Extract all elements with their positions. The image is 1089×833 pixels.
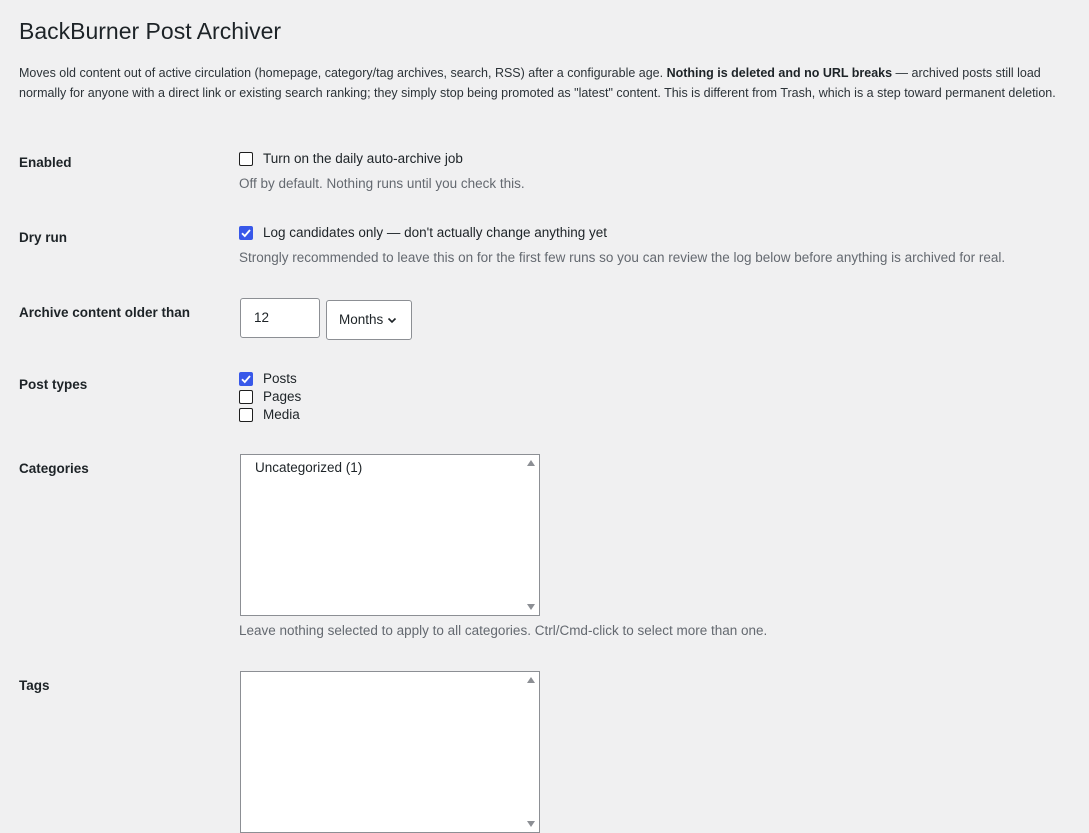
enabled-checkbox-label[interactable]: Turn on the daily auto-archive job (263, 150, 463, 169)
tags-listbox[interactable] (240, 671, 540, 833)
archive-age-label: Archive content older than (19, 305, 191, 320)
pages-checkbox[interactable] (239, 390, 253, 404)
categories-listbox[interactable]: Uncategorized (1) (240, 454, 540, 616)
scroll-up-arrow-icon[interactable] (526, 458, 536, 468)
intro-text-start: Moves old content out of active circulat… (19, 66, 667, 80)
scroll-down-arrow-icon[interactable] (526, 819, 536, 829)
dry-run-checkbox-label[interactable]: Log candidates only — don't actually cha… (263, 224, 607, 243)
dry-run-description: Strongly recommended to leave this on fo… (239, 250, 1006, 265)
enabled-description: Off by default. Nothing runs until you c… (239, 176, 525, 191)
post-type-pages: Pages (239, 388, 301, 406)
checkmark-icon (241, 229, 251, 238)
enabled-checkbox[interactable] (239, 152, 253, 166)
post-types-label: Post types (19, 377, 88, 392)
dry-run-label: Dry run (19, 230, 68, 245)
category-option-uncategorized[interactable]: Uncategorized (1) (241, 457, 539, 480)
post-type-media: Media (239, 406, 301, 424)
scroll-up-arrow-icon[interactable] (526, 675, 536, 685)
dry-run-checkbox[interactable] (239, 226, 253, 240)
scroll-down-arrow-icon[interactable] (526, 602, 536, 612)
checkmark-icon (241, 375, 251, 384)
age-number-input[interactable]: 12 (240, 298, 320, 338)
categories-help-text: Leave nothing selected to apply to all c… (239, 623, 768, 638)
dry-run-field: Log candidates only — don't actually cha… (239, 224, 1005, 268)
chevron-down-icon (386, 314, 398, 326)
pages-checkbox-label[interactable]: Pages (263, 388, 301, 407)
posts-checkbox[interactable] (239, 372, 253, 386)
categories-label: Categories (19, 461, 89, 476)
intro-description: Moves old content out of active circulat… (19, 63, 1074, 103)
posts-checkbox-label[interactable]: Posts (263, 370, 297, 389)
intro-text-bold: Nothing is deleted and no URL breaks (666, 66, 893, 80)
age-unit-value: Months (339, 311, 384, 327)
post-types-group: Posts Pages Media (239, 370, 301, 424)
enabled-label: Enabled (19, 155, 72, 170)
tags-label: Tags (19, 678, 50, 693)
categories-options: Uncategorized (1) (241, 455, 539, 480)
enabled-field: Turn on the daily auto-archive job Off b… (239, 150, 525, 194)
post-type-posts: Posts (239, 370, 301, 388)
media-checkbox[interactable] (239, 408, 253, 422)
page-title: BackBurner Post Archiver (19, 18, 282, 44)
media-checkbox-label[interactable]: Media (263, 406, 300, 425)
age-unit-select[interactable]: Months (326, 300, 412, 340)
